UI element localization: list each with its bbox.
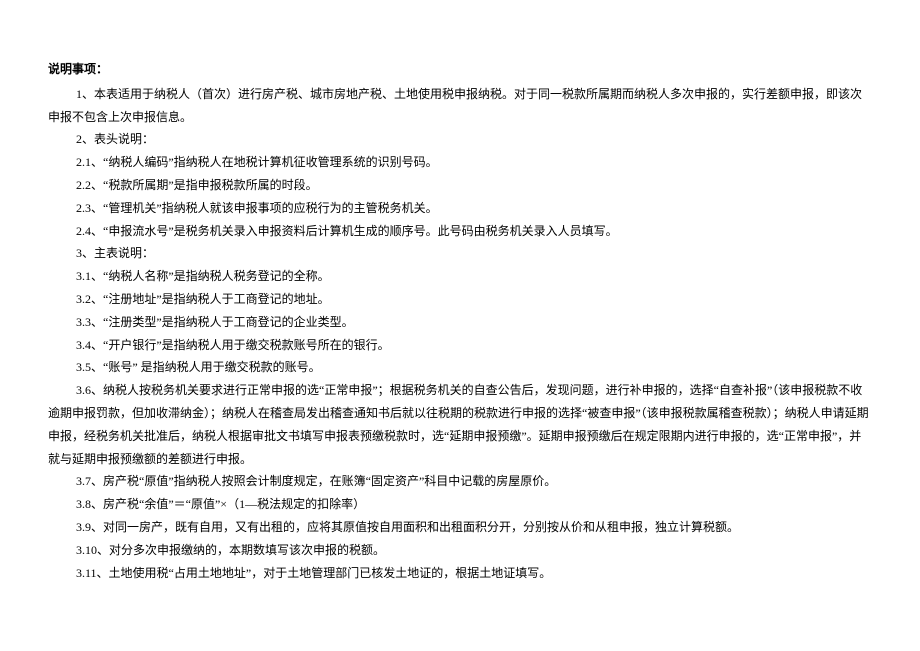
paragraph-1: 1、本表适用于纳税人（首次）进行房产税、城市房地产税、土地使用税申报纳税。对于同… xyxy=(48,83,872,129)
paragraph-3-10: 3.10、对分多次申报缴纳的，本期数填写该次申报的税额。 xyxy=(48,539,872,562)
paragraph-3-9: 3.9、对同一房产，既有自用，又有出租的，应将其原值按自用面积和出租面积分开，分… xyxy=(48,516,872,539)
paragraph-2-3: 2.3、“管理机关”指纳税人就该申报事项的应税行为的主管税务机关。 xyxy=(48,197,872,220)
paragraph-3-6: 3.6、纳税人按税务机关要求进行正常申报的选“正常申报”；根据税务机关的自查公告… xyxy=(48,379,872,470)
paragraph-3-2: 3.2、“注册地址”是指纳税人于工商登记的地址。 xyxy=(48,288,872,311)
paragraph-3: 3、主表说明： xyxy=(48,242,872,265)
paragraph-3-4: 3.4、“开户银行”是指纳税人用于缴交税款账号所在的银行。 xyxy=(48,334,872,357)
paragraph-3-5: 3.5、“账号” 是指纳税人用于缴交税款的账号。 xyxy=(48,356,872,379)
paragraph-2: 2、表头说明： xyxy=(48,128,872,151)
paragraph-3-7: 3.7、房产税“原值”指纳税人按照会计制度规定，在账簿“固定资产”科目中记载的房… xyxy=(48,470,872,493)
paragraph-2-4: 2.4、“申报流水号”是税务机关录入申报资料后计算机生成的顺序号。此号码由税务机… xyxy=(48,220,872,243)
paragraph-3-11: 3.11、土地使用税“占用土地地址”，对于土地管理部门已核发土地证的，根据土地证… xyxy=(48,562,872,585)
paragraph-3-8: 3.8、房产税“余值”＝“原值”×（1—税法规定的扣除率） xyxy=(48,493,872,516)
paragraph-3-1: 3.1、“纳税人名称”是指纳税人税务登记的全称。 xyxy=(48,265,872,288)
paragraph-2-1: 2.1、“纳税人编码”指纳税人在地税计算机征收管理系统的识别号码。 xyxy=(48,151,872,174)
paragraph-2-2: 2.2、“税款所属期”是指申报税款所属的时段。 xyxy=(48,174,872,197)
section-heading: 说明事项： xyxy=(48,58,872,81)
paragraph-3-3: 3.3、“注册类型”是指纳税人于工商登记的企业类型。 xyxy=(48,311,872,334)
